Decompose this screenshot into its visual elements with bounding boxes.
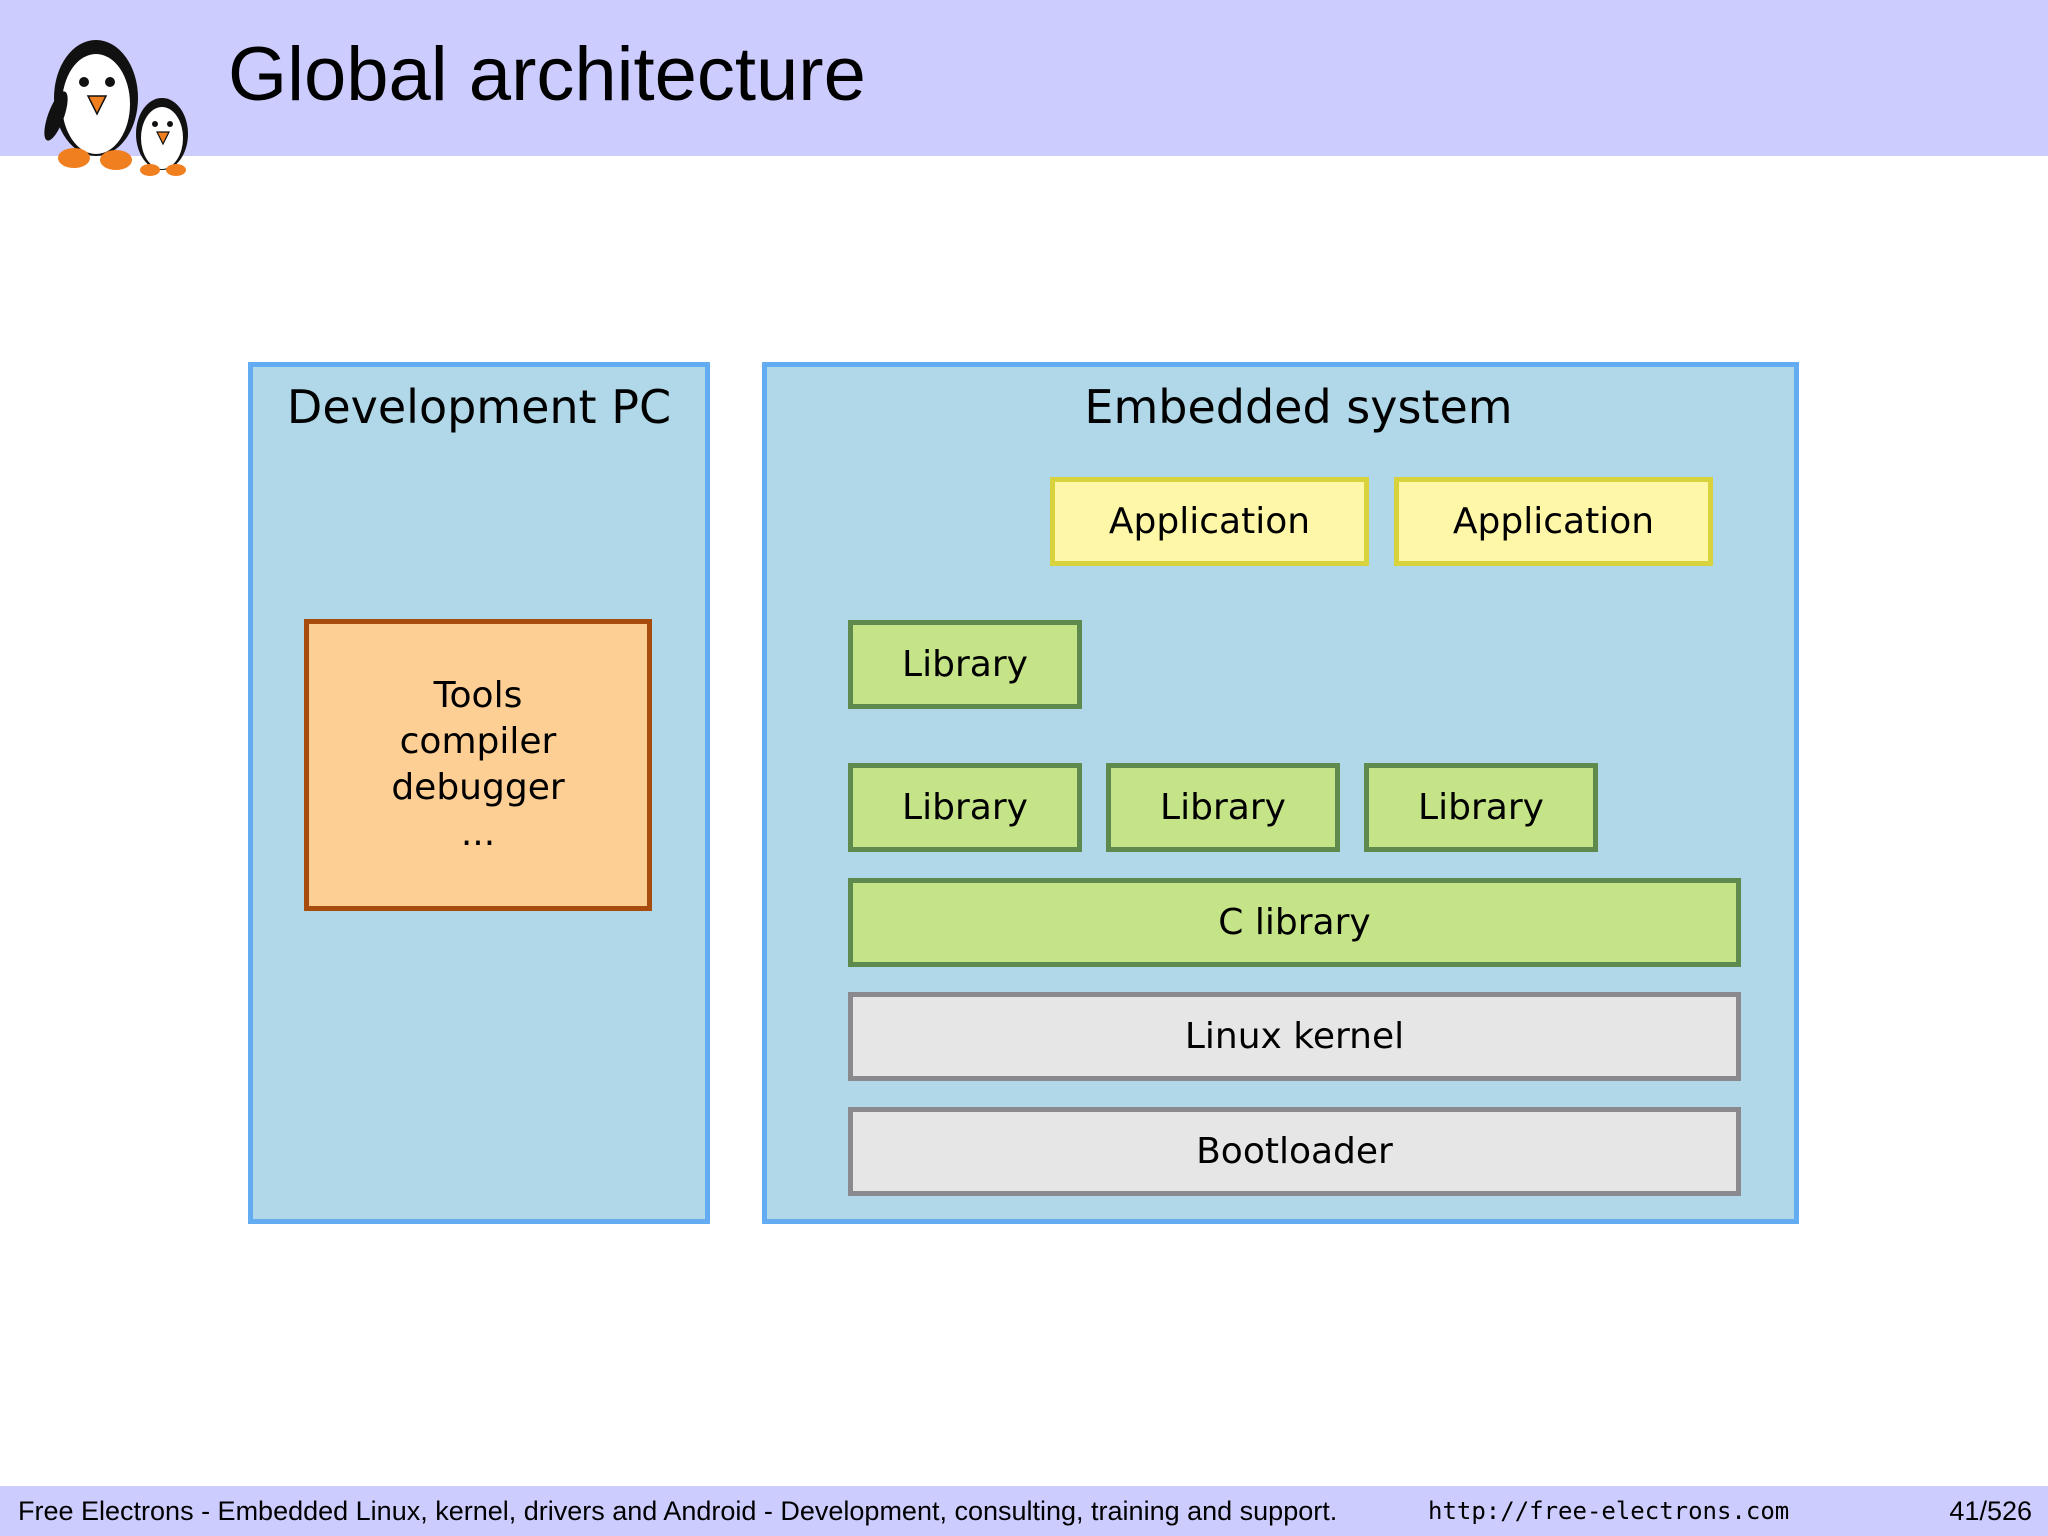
footer-text: Free Electrons - Embedded Linux, kernel,…	[18, 1496, 1338, 1526]
embedded-system-title: Embedded system	[1084, 380, 1513, 434]
application-box: Application	[1394, 477, 1713, 566]
tools-line: compiler	[399, 721, 557, 762]
library-box: Library	[848, 763, 1082, 852]
bootloader-box: Bootloader	[848, 1107, 1741, 1196]
development-pc-title: Development PC	[286, 380, 672, 434]
linux-kernel-box: Linux kernel	[848, 992, 1741, 1081]
library-box: Library	[1106, 763, 1340, 852]
tools-box: Tools compiler debugger ...	[304, 619, 652, 911]
footer-url-link[interactable]: http://free-electrons.com	[1428, 1494, 1789, 1528]
tools-line: Tools	[433, 675, 523, 716]
application-box: Application	[1050, 477, 1369, 566]
slide-footer: Free Electrons - Embedded Linux, kernel,…	[0, 1486, 2048, 1536]
tools-line: debugger	[391, 767, 565, 808]
library-box: Library	[848, 620, 1082, 709]
library-box: Library	[1364, 763, 1598, 852]
page-title: Global architecture	[228, 32, 866, 117]
tools-line: ...	[460, 813, 496, 854]
c-library-box: C library	[848, 878, 1741, 967]
penguins-logo-icon	[44, 40, 188, 176]
page-number: 41/526	[1949, 1496, 2032, 1526]
